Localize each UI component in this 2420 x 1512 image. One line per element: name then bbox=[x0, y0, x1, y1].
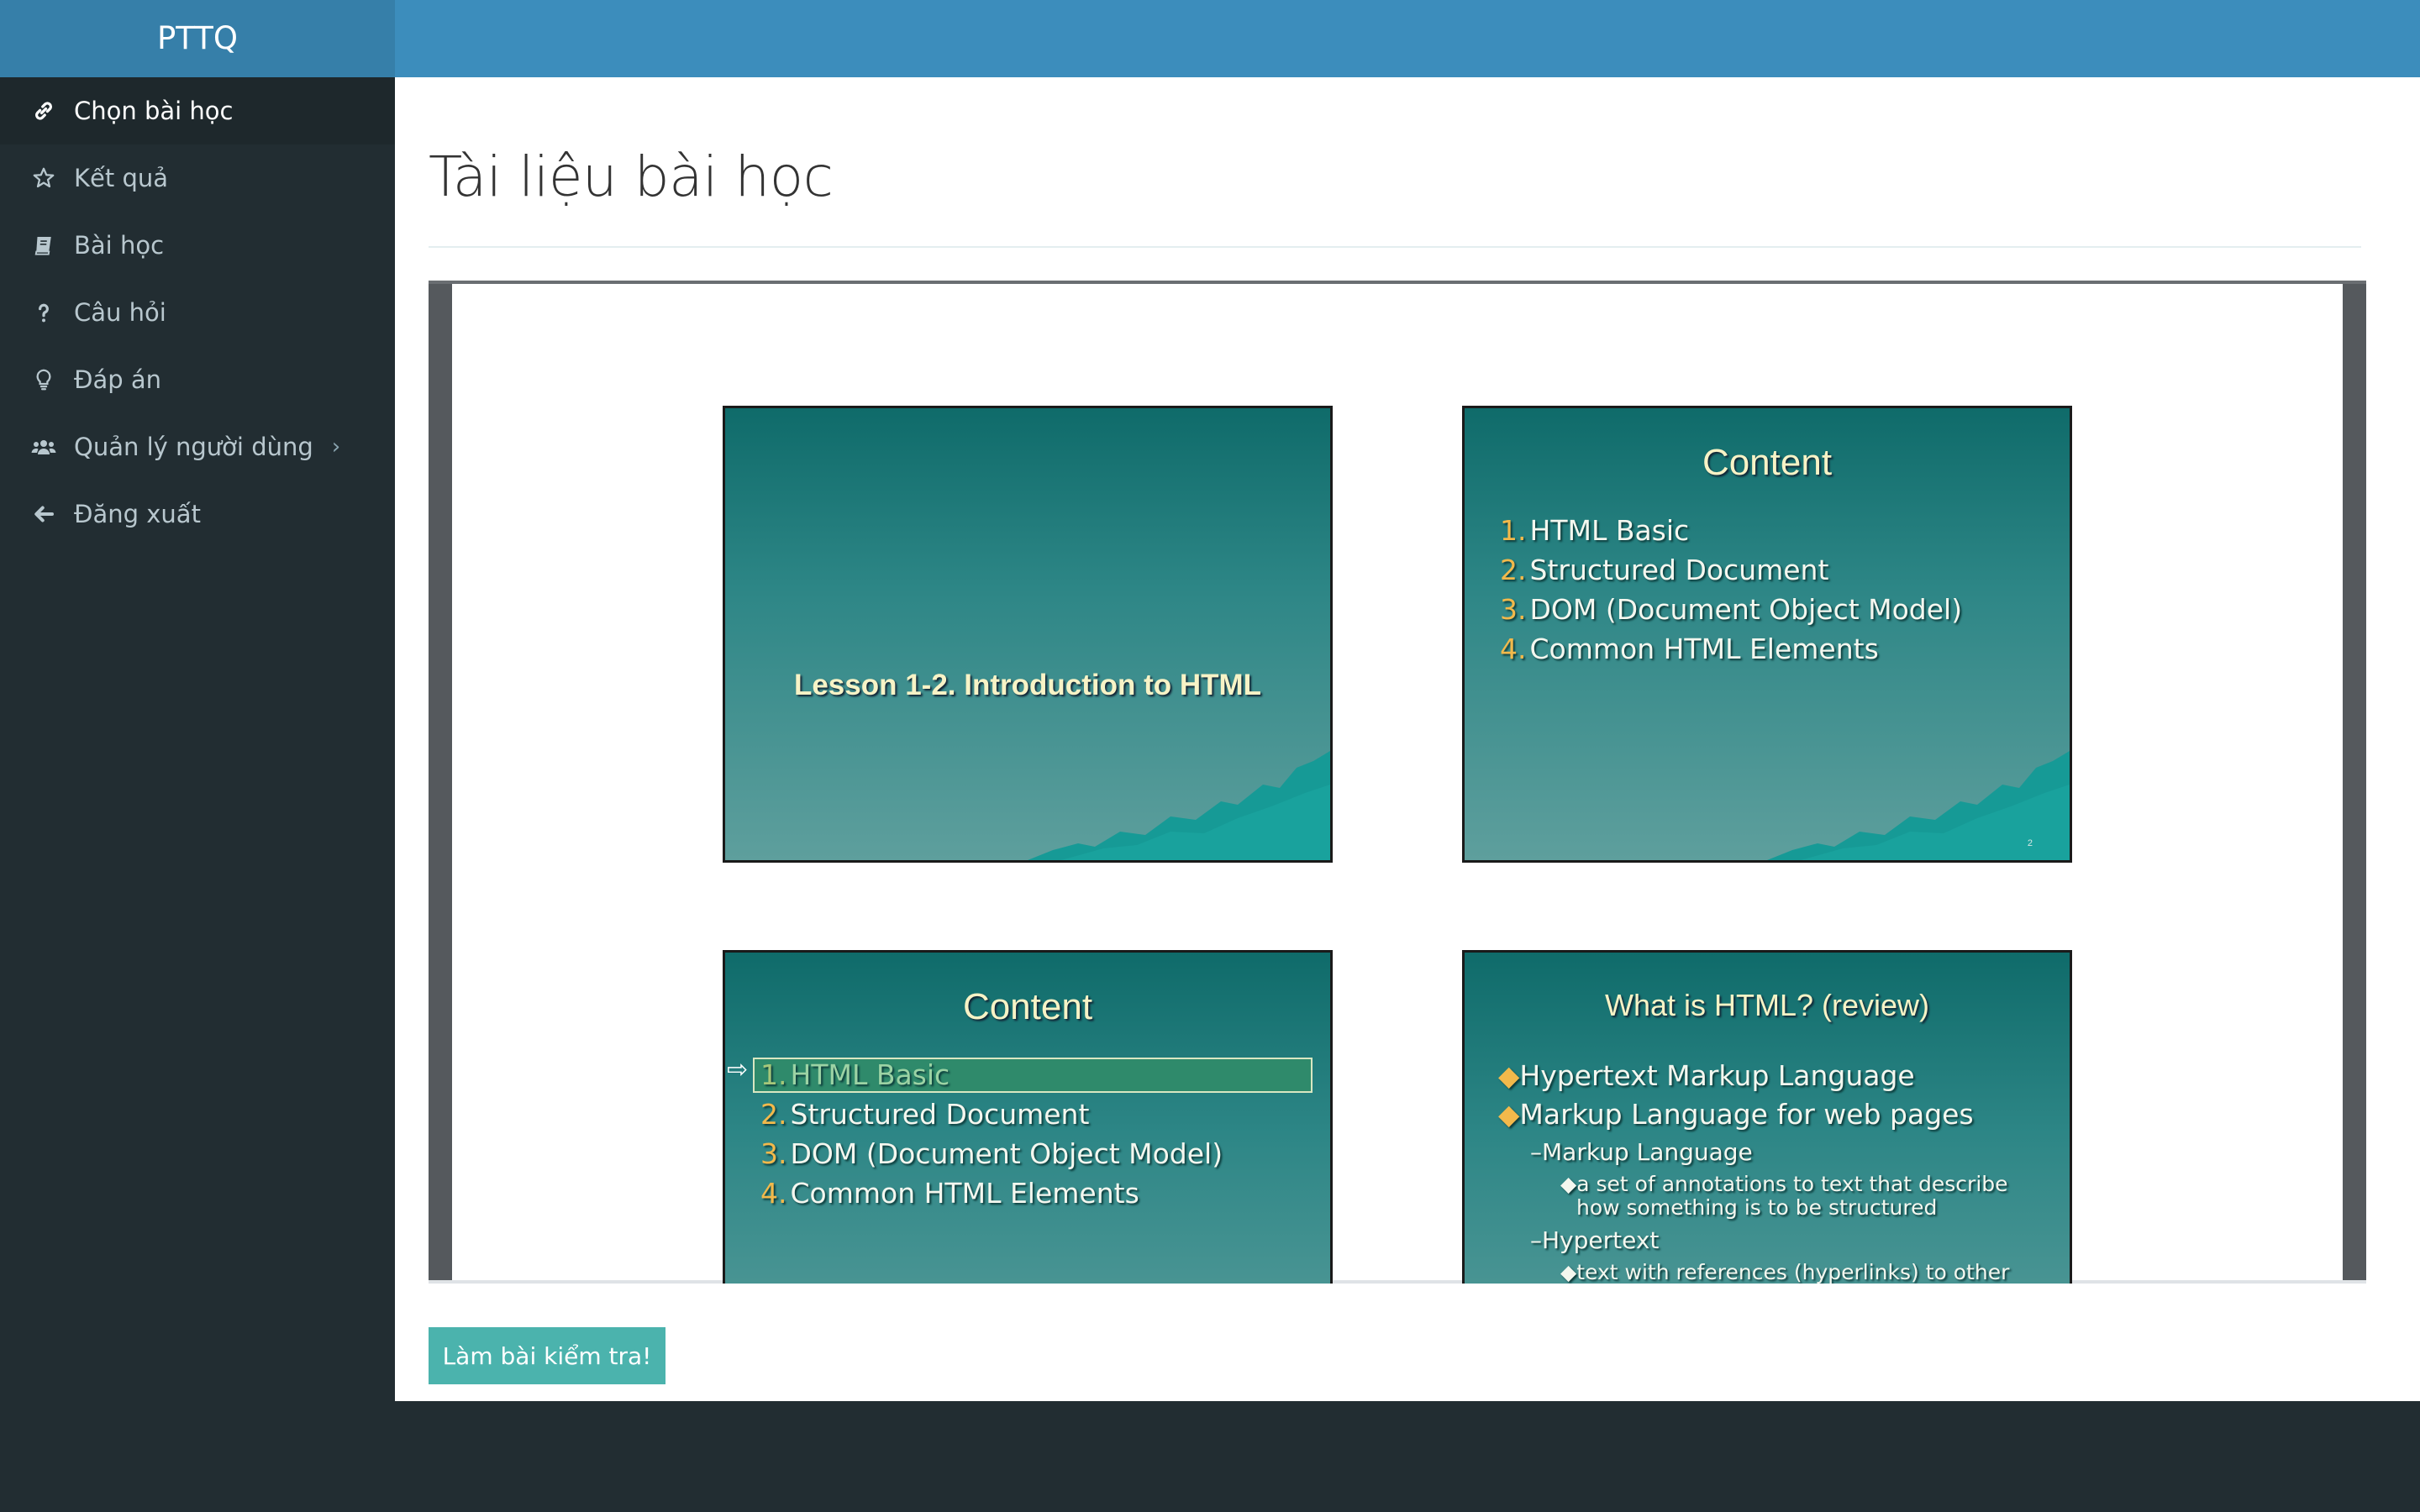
question-icon bbox=[27, 300, 60, 325]
link-icon bbox=[27, 98, 60, 123]
list-item: how something is to be structured bbox=[1576, 1195, 1938, 1220]
list-item: 4. Common HTML Elements bbox=[1500, 633, 1879, 665]
mountain-decoration bbox=[1767, 751, 2070, 860]
take-test-button[interactable]: Làm bài kiểm tra! bbox=[429, 1327, 666, 1384]
list-item: 2. Structured Document bbox=[1500, 554, 1829, 586]
chevron-right-icon: › bbox=[331, 434, 341, 459]
brand-logo[interactable]: PTTQ bbox=[0, 0, 395, 77]
book-icon bbox=[27, 233, 60, 258]
list-item: –Markup Language bbox=[1530, 1138, 1753, 1166]
arrow-left-icon bbox=[27, 501, 60, 527]
sidebar-item-label: Bài học bbox=[74, 231, 165, 260]
sidebar-item-lessons[interactable]: Bài học bbox=[0, 212, 395, 279]
main-content: Tài liệu bài học Lesson 1-2. Introductio… bbox=[395, 77, 2420, 1401]
list-item: ◆a set of annotations to text that descr… bbox=[1560, 1172, 2008, 1196]
sidebar-item-label: Câu hỏi bbox=[74, 298, 166, 327]
list-item: –Hypertext bbox=[1530, 1226, 1660, 1254]
list-item: 3. DOM (Document Object Model) bbox=[1500, 593, 1963, 626]
sidebar-item-results[interactable]: Kết quả bbox=[0, 144, 395, 212]
list-item: 4. Common HTML Elements bbox=[760, 1177, 1139, 1210]
sidebar-item-label: Chọn bài học bbox=[74, 97, 234, 125]
slide-thumbnail: What is HTML? (review) ◆Hypertext Markup… bbox=[1462, 950, 2072, 1284]
users-icon bbox=[27, 434, 60, 459]
pointer-arrow-icon: ⇨ bbox=[727, 1056, 749, 1084]
sidebar-item-label: Đăng xuất bbox=[74, 500, 201, 528]
slide-thumbnail: Content 1. HTML Basic 2. Structured Docume… bbox=[1462, 406, 2072, 863]
slide-title: Content bbox=[962, 986, 1093, 1027]
slide-thumbnail: Lesson 1-2. Introduction to HTML bbox=[723, 406, 1333, 863]
viewer-bottom-edge bbox=[429, 1280, 2366, 1284]
viewer-left-border bbox=[429, 284, 452, 1284]
document-viewer[interactable]: Lesson 1-2. Introduction to HTML Content… bbox=[429, 281, 2366, 1284]
list-item: 3. DOM (Document Object Model) bbox=[760, 1137, 1223, 1170]
list-item: 2. Structured Document bbox=[760, 1098, 1090, 1131]
list-item: 1. HTML Basic bbox=[760, 1058, 950, 1091]
sidebar-item-answers[interactable]: Đáp án bbox=[0, 346, 395, 413]
viewer-scrollbar[interactable] bbox=[2343, 284, 2366, 1284]
sidebar-item-label: Quản lý người dùng bbox=[74, 433, 313, 461]
list-item: 1. HTML Basic bbox=[1500, 514, 1690, 547]
sidebar-item-label: Kết quả bbox=[74, 164, 169, 192]
list-item: ◆Markup Language for web pages bbox=[1498, 1098, 1974, 1131]
sidebar-item-label: Đáp án bbox=[74, 365, 162, 394]
sidebar-item-choose-lesson[interactable]: Chọn bài học bbox=[0, 77, 395, 144]
sidebar-item-user-management[interactable]: Quản lý người dùng › bbox=[0, 413, 395, 480]
slide-title: Lesson 1-2. Introduction to HTML bbox=[793, 669, 1262, 701]
slide-title: Content bbox=[1702, 442, 1833, 483]
star-icon bbox=[27, 165, 60, 191]
slide-thumbnail: Content ⇨ 1. HTML Basic 2. Structured Docu… bbox=[723, 950, 1333, 1284]
list-item: ◆Hypertext Markup Language bbox=[1498, 1059, 1915, 1092]
slide-page-number: 2 bbox=[2027, 838, 2033, 848]
title-divider bbox=[429, 246, 2361, 248]
sidebar-item-logout[interactable]: Đăng xuất bbox=[0, 480, 395, 548]
sidebar-item-questions[interactable]: Câu hỏi bbox=[0, 279, 395, 346]
lightbulb-icon bbox=[27, 367, 60, 392]
page-title: Tài liệu bài học bbox=[429, 144, 834, 209]
sidebar: Chọn bài học Kết quả Bài học Câu hỏi Đáp… bbox=[0, 77, 395, 1512]
mountain-decoration bbox=[1028, 751, 1330, 860]
slide-title: What is HTML? (review) bbox=[1604, 988, 1930, 1022]
list-item: ◆text with references (hyperlinks) to ot… bbox=[1560, 1260, 2010, 1284]
